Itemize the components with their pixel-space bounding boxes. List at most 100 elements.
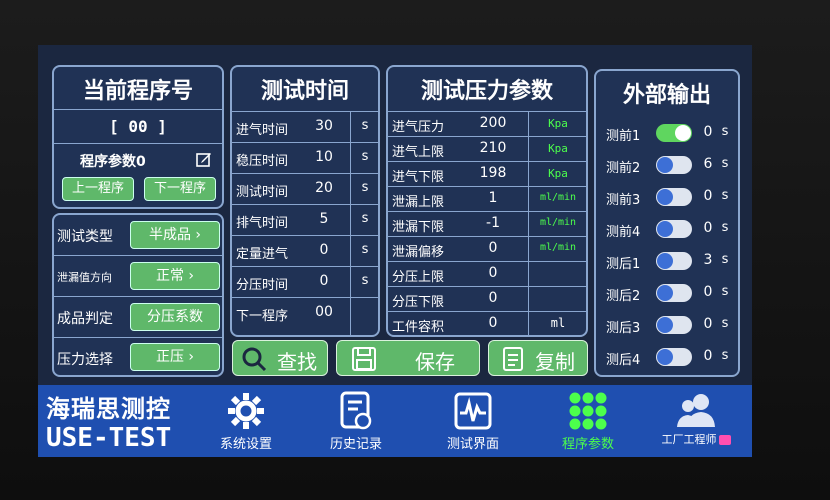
waveform-icon	[430, 391, 516, 435]
output-row: 测后4 0 s	[606, 348, 729, 368]
pressure-value[interactable]: 0	[470, 290, 516, 306]
option-value-button[interactable]: 正常 ›	[130, 262, 220, 290]
pressure-row: 分压上限 0	[388, 261, 586, 286]
edit-icon[interactable]	[196, 151, 212, 167]
output-delay-value[interactable]: 0	[700, 316, 716, 332]
program-number: [ 00 ]	[109, 117, 167, 136]
nav-test-ui[interactable]: 测试界面	[430, 385, 516, 457]
copy-icon	[499, 346, 525, 377]
copy-button[interactable]: 复制	[488, 340, 588, 376]
time-value[interactable]: 5	[302, 211, 346, 227]
search-icon	[241, 346, 267, 377]
option-value-button[interactable]: 半成品 ›	[130, 221, 220, 249]
output-toggle[interactable]	[656, 156, 692, 174]
pressure-row: 进气压力 200 Kpa	[388, 111, 586, 136]
floppy-icon	[351, 346, 377, 377]
pressure-value[interactable]: 0	[470, 315, 516, 331]
nav-history[interactable]: 历史记录	[316, 385, 396, 457]
pressure-value[interactable]: 200	[470, 115, 516, 131]
time-row: 稳压时间 10 s	[232, 142, 378, 173]
output-row: 测前1 0 s	[606, 124, 729, 144]
output-row: 测后3 0 s	[606, 316, 729, 336]
output-toggle[interactable]	[656, 188, 692, 206]
time-value[interactable]: 30	[302, 118, 346, 134]
pressure-row: 分压下限 0	[388, 286, 586, 311]
pressure-row: 泄漏下限 -1 ml/min	[388, 211, 586, 236]
time-value[interactable]: 0	[302, 242, 346, 258]
logout-icon[interactable]	[718, 435, 731, 445]
output-toggle[interactable]	[656, 316, 692, 334]
output-toggle[interactable]	[656, 124, 692, 142]
chevron-right-icon: ›	[183, 349, 195, 365]
pressure-row: 工件容积 0 ml	[388, 311, 586, 335]
option-row: 压力选择 正压 ›	[54, 338, 222, 377]
grid-dots-icon	[548, 391, 628, 435]
option-label: 泄漏值方向	[57, 271, 112, 284]
output-delay-value[interactable]: 0	[700, 124, 716, 140]
pressure-row: 泄漏上限 1 ml/min	[388, 186, 586, 211]
pressure-row: 泄漏偏移 0 ml/min	[388, 236, 586, 261]
option-row: 成品判定 分压系数	[54, 297, 222, 337]
chevron-right-icon: ›	[190, 227, 202, 243]
output-delay-value[interactable]: 0	[700, 188, 716, 204]
output-delay-value[interactable]: 0	[700, 348, 716, 364]
output-title: 外部输出	[622, 83, 711, 108]
time-row: 测试时间 20 s	[232, 173, 378, 204]
save-button[interactable]: 保存	[336, 340, 480, 376]
gear-icon	[206, 391, 286, 435]
output-delay-value[interactable]: 0	[700, 220, 716, 236]
option-value-button[interactable]: 正压 ›	[130, 343, 220, 371]
output-delay-value[interactable]: 6	[700, 156, 716, 172]
output-row: 测前2 6 s	[606, 156, 729, 176]
output-delay-value[interactable]: 0	[700, 284, 716, 300]
prev-program-button[interactable]: 上一程序	[62, 177, 134, 201]
option-row: 泄漏值方向 正常 ›	[54, 256, 222, 296]
pressure-value[interactable]: -1	[470, 215, 516, 231]
output-panel: 外部输出 测前1 0 s 测前2 6 s 测前3 0 s 测前4 0 s 测后1 3 s 测后2 0 s 测后3 0 s…	[594, 69, 740, 377]
program-panel: 当前程序号 [ 00 ] 程序参数0 上一程序 下一程序	[52, 65, 224, 209]
next-program-value[interactable]: 00	[302, 304, 346, 320]
time-value[interactable]: 20	[302, 180, 346, 196]
options-panel: 测试类型 半成品 › 泄漏值方向 正常 › 成品判定 分压系数 压力选择 正压 …	[52, 213, 224, 377]
history-doc-icon	[316, 391, 396, 435]
option-label: 成品判定	[57, 311, 113, 327]
program-params-label: 程序参数0	[80, 154, 146, 170]
bottom-nav: 海瑞思测控 USE-TEST 系统设置 历史记录 测试界面 程序参数 工厂工程师	[38, 385, 752, 457]
next-program-button[interactable]: 下一程序	[144, 177, 216, 201]
output-toggle[interactable]	[656, 220, 692, 238]
nav-program-params[interactable]: 程序参数	[548, 385, 628, 457]
output-row: 测后2 0 s	[606, 284, 729, 304]
time-row: 定量进气 0 s	[232, 235, 378, 266]
test-time-panel: 测试时间 进气时间 30 s 稳压时间 10 s 测试时间 20 s 排气时间 …	[230, 65, 380, 337]
hmi-screen: 当前程序号 [ 00 ] 程序参数0 上一程序 下一程序 测试类型 半成品 › …	[38, 45, 752, 457]
output-row: 测后1 3 s	[606, 252, 729, 272]
output-row: 测前3 0 s	[606, 188, 729, 208]
time-row: 进气时间 30 s	[232, 111, 378, 142]
time-value[interactable]: 10	[302, 149, 346, 165]
pressure-value[interactable]: 0	[470, 240, 516, 256]
option-row: 测试类型 半成品 ›	[54, 215, 222, 255]
time-value[interactable]: 0	[302, 273, 346, 289]
output-delay-value[interactable]: 3	[700, 252, 716, 268]
option-label: 压力选择	[57, 352, 113, 368]
pressure-value[interactable]: 0	[470, 265, 516, 281]
users-icon	[646, 391, 746, 435]
pressure-value[interactable]: 1	[470, 190, 516, 206]
time-row: 排气时间 5 s	[232, 204, 378, 235]
nav-system-settings[interactable]: 系统设置	[206, 385, 286, 457]
find-button[interactable]: 查找	[232, 340, 328, 376]
output-toggle[interactable]	[656, 252, 692, 270]
brand-logo: 海瑞思测控 USE-TEST	[46, 395, 172, 453]
pressure-value[interactable]: 210	[470, 140, 516, 156]
pressure-row: 进气上限 210 Kpa	[388, 136, 586, 161]
output-toggle[interactable]	[656, 348, 692, 366]
pressure-value[interactable]: 198	[470, 165, 516, 181]
pressure-title: 测试压力参数	[420, 79, 553, 104]
nav-engineer[interactable]: 工厂工程师	[646, 385, 746, 457]
output-toggle[interactable]	[656, 284, 692, 302]
program-title: 当前程序号	[82, 79, 193, 104]
chevron-right-icon: ›	[183, 268, 195, 284]
time-row: 下一程序 00	[232, 297, 378, 335]
option-value-button[interactable]: 分压系数	[130, 303, 220, 331]
pressure-row: 进气下限 198 Kpa	[388, 161, 586, 186]
